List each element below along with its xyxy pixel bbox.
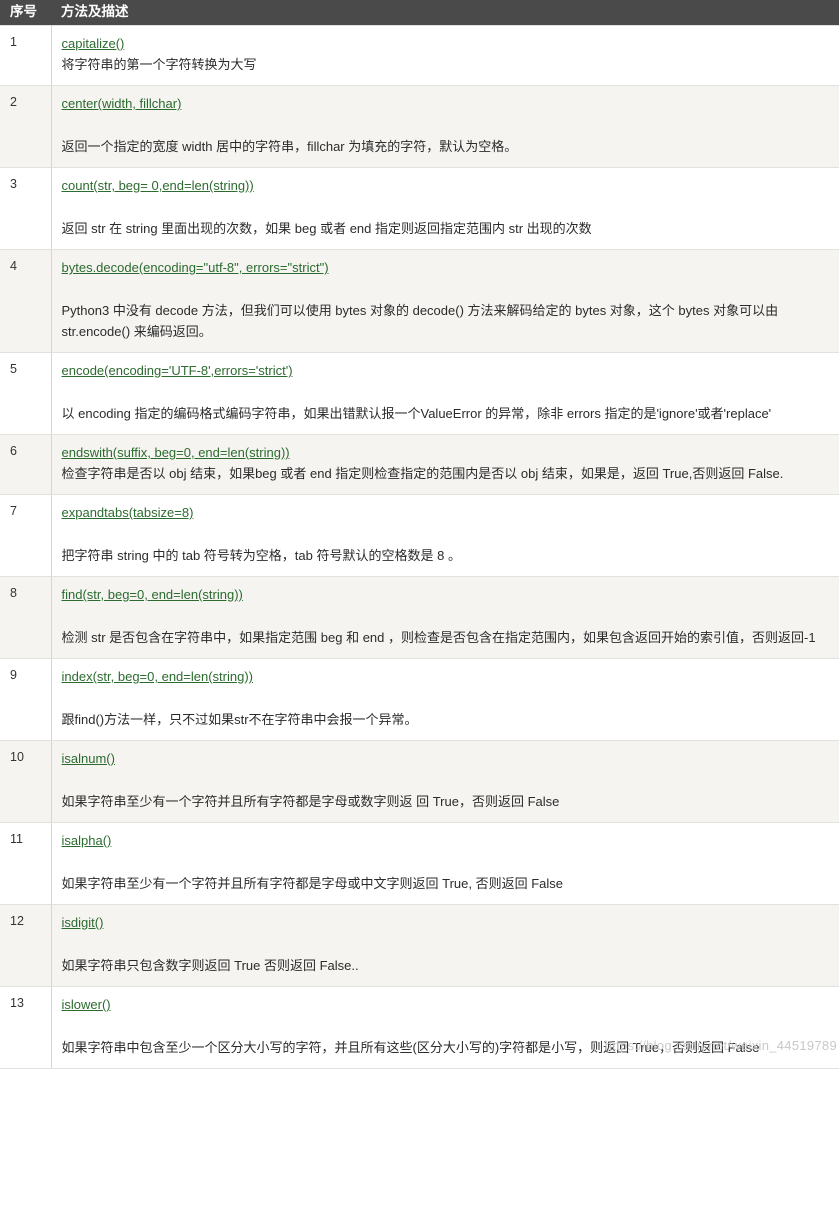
table-body: 1 capitalize() 将字符串的第一个字符转换为大写 2 center(widt… bbox=[0, 25, 839, 1069]
method-link[interactable]: expandtabs(tabsize=8) bbox=[62, 503, 194, 523]
row-index-cell: 3 bbox=[0, 167, 52, 250]
row-description-cell: isalnum() 如果字符串至少有一个字符并且所有字符都是字母或数字则返 回 T… bbox=[51, 740, 839, 823]
method-link[interactable]: isalnum() bbox=[62, 749, 115, 769]
table-row: 6 endswith(suffix, beg=0, end=len(string)… bbox=[0, 434, 839, 495]
method-signature-line: capitalize() bbox=[62, 34, 839, 54]
row-description-cell: find(str, beg=0, end=len(string)) 检测 str … bbox=[51, 576, 839, 659]
table-row: 2 center(width, fillchar) 返回一个指定的宽度 width … bbox=[0, 85, 839, 168]
method-signature-line: bytes.decode(encoding="utf-8", errors="s… bbox=[62, 258, 839, 278]
method-description: Python3 中没有 decode 方法，但我们可以使用 bytes 对象的 … bbox=[61, 303, 779, 339]
table-row: 10 isalnum() 如果字符串至少有一个字符并且所有字符都是字母或数字则返 回… bbox=[0, 740, 839, 823]
row-index-cell: 5 bbox=[0, 352, 52, 435]
table-row: 4 bytes.decode(encoding="utf-8", errors="… bbox=[0, 249, 839, 353]
string-methods-table: 序号 方法及描述 1 capitalize() 将字符串的第一个字符转换为大写 2 ce… bbox=[0, 0, 839, 1069]
row-index-cell: 9 bbox=[0, 658, 52, 741]
method-signature-line: islower() bbox=[62, 995, 839, 1015]
row-description-cell: capitalize() 将字符串的第一个字符转换为大写 bbox=[51, 25, 839, 86]
row-index-cell: 8 bbox=[0, 576, 52, 659]
table-row: 13 islower() 如果字符串中包含至少一个区分大小写的字符，并且所有这些(区… bbox=[0, 986, 839, 1069]
row-index-cell: 10 bbox=[0, 740, 52, 823]
row-index-cell: 4 bbox=[0, 249, 52, 353]
table-row: 7 expandtabs(tabsize=8) 把字符串 string 中的 tab… bbox=[0, 494, 839, 577]
table-header: 序号 方法及描述 bbox=[0, 0, 839, 26]
row-description-cell: index(str, beg=0, end=len(string)) 跟find(… bbox=[51, 658, 839, 741]
method-link[interactable]: count(str, beg= 0,end=len(string)) bbox=[62, 176, 254, 196]
row-index-cell: 12 bbox=[0, 904, 52, 987]
method-description: 跟find()方法一样，只不过如果str不在字符串中会报一个异常。 bbox=[61, 712, 418, 727]
method-link[interactable]: islower() bbox=[62, 995, 111, 1015]
method-description: 如果字符串至少有一个字符并且所有字符都是字母或中文字则返回 True, 否则返回… bbox=[61, 876, 563, 891]
row-description-cell: count(str, beg= 0,end=len(string)) 返回 str… bbox=[51, 167, 839, 250]
table-row: 8 find(str, beg=0, end=len(string)) 检测 str… bbox=[0, 576, 839, 659]
table-header-row: 序号 方法及描述 bbox=[0, 0, 839, 26]
method-link[interactable]: capitalize() bbox=[62, 34, 125, 54]
method-signature-line: isalpha() bbox=[62, 831, 839, 851]
method-signature-line: center(width, fillchar) bbox=[62, 94, 839, 114]
row-index-cell: 7 bbox=[0, 494, 52, 577]
row-index-cell: 1 bbox=[0, 25, 52, 86]
row-index-cell: 2 bbox=[0, 85, 52, 168]
table-row: 12 isdigit() 如果字符串只包含数字则返回 True 否则返回 False… bbox=[0, 904, 839, 987]
method-signature-line: count(str, beg= 0,end=len(string)) bbox=[62, 176, 839, 196]
method-description: 返回一个指定的宽度 width 居中的字符串，fillchar 为填充的字符，默… bbox=[61, 139, 518, 154]
table-row: 1 capitalize() 将字符串的第一个字符转换为大写 bbox=[0, 25, 839, 86]
row-description-cell: endswith(suffix, beg=0, end=len(string))… bbox=[51, 434, 839, 495]
method-signature-line: isdigit() bbox=[62, 913, 839, 933]
method-link[interactable]: isalpha() bbox=[62, 831, 112, 851]
column-header-index: 序号 bbox=[0, 0, 51, 26]
method-link[interactable]: bytes.decode(encoding="utf-8", errors="s… bbox=[62, 258, 329, 278]
column-header-description: 方法及描述 bbox=[51, 0, 839, 26]
method-link[interactable]: endswith(suffix, beg=0, end=len(string)) bbox=[62, 443, 290, 463]
method-signature-line: endswith(suffix, beg=0, end=len(string)) bbox=[62, 443, 839, 463]
row-index-cell: 11 bbox=[0, 822, 52, 905]
table-row: 3 count(str, beg= 0,end=len(string)) 返回 st… bbox=[0, 167, 839, 250]
method-signature-line: encode(encoding='UTF-8',errors='strict') bbox=[62, 361, 839, 381]
method-description: 返回 str 在 string 里面出现的次数，如果 beg 或者 end 指定… bbox=[61, 221, 592, 236]
row-index-cell: 13 bbox=[0, 986, 52, 1069]
method-description: 将字符串的第一个字符转换为大写 bbox=[61, 57, 257, 72]
method-link[interactable]: index(str, beg=0, end=len(string)) bbox=[62, 667, 254, 687]
string-methods-table-wrap: 序号 方法及描述 1 capitalize() 将字符串的第一个字符转换为大写 2 ce… bbox=[0, 0, 839, 1069]
method-link[interactable]: find(str, beg=0, end=len(string)) bbox=[62, 585, 243, 605]
row-description-cell: expandtabs(tabsize=8) 把字符串 string 中的 tab … bbox=[51, 494, 839, 577]
method-signature-line: isalnum() bbox=[62, 749, 839, 769]
method-description: 如果字符串只包含数字则返回 True 否则返回 False.. bbox=[61, 958, 359, 973]
method-description: 以 encoding 指定的编码格式编码字符串，如果出错默认报一个ValueEr… bbox=[61, 406, 772, 421]
row-index-cell: 6 bbox=[0, 434, 52, 495]
method-description: 检查字符串是否以 obj 结束，如果beg 或者 end 指定则检查指定的范围内… bbox=[61, 466, 784, 481]
table-row: 5 encode(encoding='UTF-8',errors='strict'… bbox=[0, 352, 839, 435]
row-description-cell: bytes.decode(encoding="utf-8", errors="s… bbox=[51, 249, 839, 353]
method-link[interactable]: center(width, fillchar) bbox=[62, 94, 182, 114]
row-description-cell: center(width, fillchar) 返回一个指定的宽度 width 居… bbox=[51, 85, 839, 168]
row-description-cell: islower() 如果字符串中包含至少一个区分大小写的字符，并且所有这些(区分大… bbox=[51, 986, 839, 1069]
row-description-cell: isdigit() 如果字符串只包含数字则返回 True 否则返回 False.. bbox=[51, 904, 839, 987]
method-link[interactable]: encode(encoding='UTF-8',errors='strict') bbox=[62, 361, 293, 381]
table-row: 9 index(str, beg=0, end=len(string)) 跟find… bbox=[0, 658, 839, 741]
method-description: 检测 str 是否包含在字符串中，如果指定范围 beg 和 end ，则检查是否… bbox=[61, 630, 816, 645]
method-description: 把字符串 string 中的 tab 符号转为空格，tab 符号默认的空格数是 … bbox=[61, 548, 461, 563]
method-link[interactable]: isdigit() bbox=[62, 913, 104, 933]
row-description-cell: encode(encoding='UTF-8',errors='strict')… bbox=[51, 352, 839, 435]
table-row: 11 isalpha() 如果字符串至少有一个字符并且所有字符都是字母或中文字则返回… bbox=[0, 822, 839, 905]
row-description-cell: isalpha() 如果字符串至少有一个字符并且所有字符都是字母或中文字则返回 T… bbox=[51, 822, 839, 905]
method-description: 如果字符串至少有一个字符并且所有字符都是字母或数字则返 回 True，否则返回 … bbox=[61, 794, 560, 809]
method-description: 如果字符串中包含至少一个区分大小写的字符，并且所有这些(区分大小写的)字符都是小… bbox=[61, 1040, 760, 1055]
method-signature-line: find(str, beg=0, end=len(string)) bbox=[62, 585, 839, 605]
method-signature-line: expandtabs(tabsize=8) bbox=[62, 503, 839, 523]
method-signature-line: index(str, beg=0, end=len(string)) bbox=[62, 667, 839, 687]
